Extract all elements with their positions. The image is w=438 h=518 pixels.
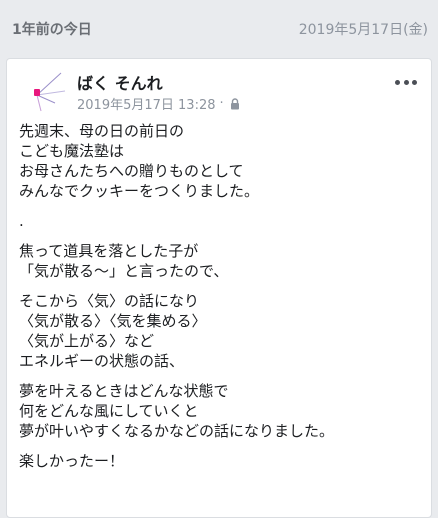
lock-icon[interactable] <box>230 97 240 110</box>
more-dot-icon <box>403 79 409 85</box>
post-text-line: 「気が散る～」と言ったので、 <box>19 262 229 280</box>
post-text-line: 何をどんな風にしていくと <box>19 402 199 420</box>
post-card: ばく そんれ 2019年5月17日 13:28 · 先週末、母の日の前日の こど… <box>6 58 432 518</box>
post-body: 先週末、母の日の前日の こども魔法塾は お母さんたちへの贈りものとして みんなで… <box>19 121 419 471</box>
post-text-line: 焦って道具を落とした子が <box>19 242 199 260</box>
post-text-line: . <box>19 212 24 230</box>
post-text-line: 夢が叶いやすくなるかなどの話になりました。 <box>19 422 335 440</box>
post-author[interactable]: ばく そんれ <box>77 70 163 94</box>
avatar[interactable] <box>25 67 75 117</box>
post-text-line: 〈気が散る〉〈気を集める〉 <box>19 312 207 330</box>
post-text-line: 夢を叶えるときはどんな状態で <box>19 382 229 400</box>
more-dot-icon <box>412 79 417 85</box>
memories-label: 1年前の今日 <box>12 22 92 38</box>
memories-header: 1年前の今日 2019年5月17日(金) <box>0 0 438 58</box>
post-meta: 2019年5月17日 13:28 · <box>77 94 240 113</box>
post-text-line: みんなでクッキーをつくりました。 <box>19 182 260 200</box>
post-text-line: そこから〈気〉の話になり <box>19 292 200 310</box>
post-text-line: 先週末、母の日の前日の <box>19 122 185 140</box>
post-timestamp[interactable]: 2019年5月17日 13:28 <box>77 94 216 113</box>
more-dot-icon <box>395 79 400 85</box>
post-text-line: こども魔法塾は <box>19 142 125 160</box>
meta-separator: · <box>219 96 224 111</box>
post-text-line: お母さんたちへの贈りものとして <box>19 162 244 180</box>
post-text-line: 〈気が上がる〉など <box>19 332 155 350</box>
post-text-line: 楽しかったー！ <box>19 452 125 470</box>
post-text-line: エネルギーの状態の話、 <box>19 352 185 370</box>
more-options-button[interactable] <box>395 77 417 87</box>
memories-date: 2019年5月17日(金) <box>298 22 428 38</box>
